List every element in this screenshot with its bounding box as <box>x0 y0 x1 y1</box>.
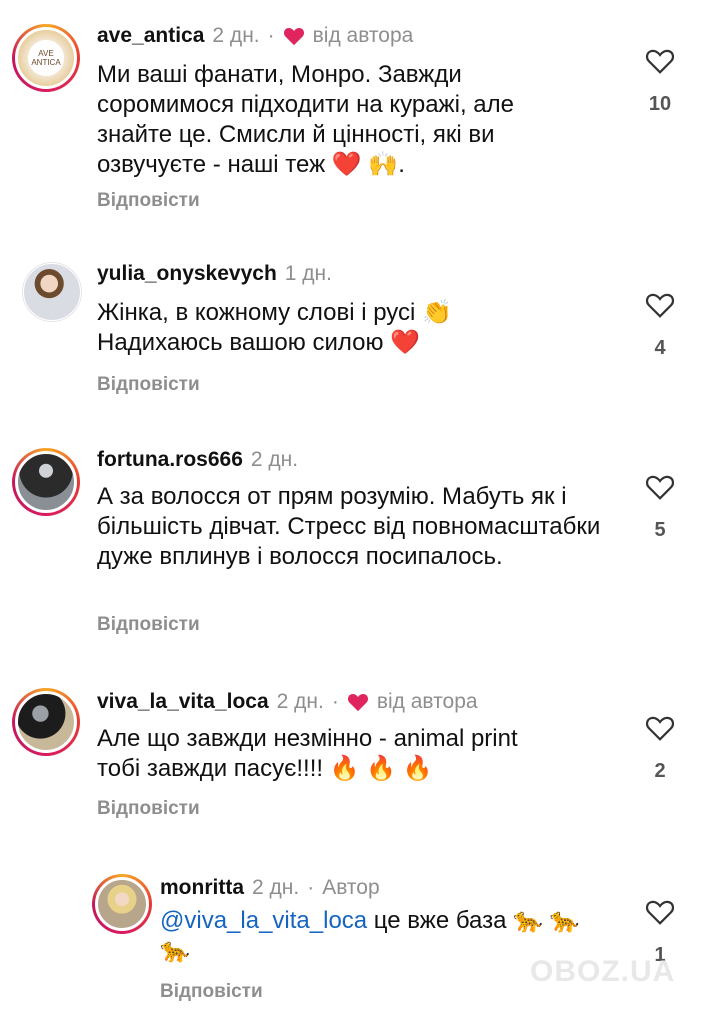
like-count: 2 <box>654 760 666 782</box>
comment-meta: viva_la_vita_loca 2 дн. · від автора <box>97 690 478 714</box>
comment-meta: monritta 2 дн. · Автор <box>160 876 380 900</box>
reply-button[interactable]: Відповісти <box>160 981 263 1003</box>
avatar[interactable]: AVE ANTICA <box>12 24 80 92</box>
avatar-image <box>15 451 77 513</box>
avatar[interactable] <box>22 262 82 322</box>
like-button[interactable]: 4 <box>640 291 680 360</box>
comment-meta: yulia_onyskevych 1 дн. <box>97 262 332 286</box>
avatar[interactable] <box>12 448 80 516</box>
separator-dot: · <box>307 876 315 899</box>
separator-dot: · <box>267 24 275 47</box>
timestamp: 2 дн. <box>252 876 300 899</box>
timestamp: 2 дн. <box>250 448 299 471</box>
comment-text: А за волосся от прям розумію. Мабуть як … <box>97 483 601 570</box>
separator-dot: · <box>331 690 339 713</box>
like-count: 5 <box>654 519 666 541</box>
username[interactable]: ave_antica <box>97 24 204 48</box>
timestamp: 1 дн. <box>284 262 332 285</box>
username[interactable]: yulia_onyskevych <box>97 262 277 286</box>
username[interactable]: viva_la_vita_loca <box>97 690 269 714</box>
author-heart-icon <box>347 693 368 712</box>
reply-button[interactable]: Відповісти <box>97 190 200 212</box>
avatar-logo-text: AVE ANTICA <box>31 49 61 67</box>
comment-meta: ave_antica 2 дн. · від автора <box>97 24 413 48</box>
reply-button[interactable]: Відповісти <box>97 798 200 820</box>
heart-outline-icon <box>645 49 675 74</box>
heart-outline-icon <box>645 475 675 500</box>
avatar[interactable] <box>92 874 152 934</box>
mention-link[interactable]: @viva_la_vita_loca <box>160 907 367 934</box>
timestamp: 2 дн. <box>276 690 324 713</box>
comment-text: @viva_la_vita_loca це вже база 🐆 🐆 🐆 <box>160 906 580 966</box>
avatar-image <box>23 263 81 321</box>
comment-text: Ми ваші фанати, Монро. Завжди соромимося… <box>97 61 514 178</box>
reply-button[interactable]: Відповісти <box>97 374 200 396</box>
timestamp: 2 дн. <box>212 24 260 47</box>
avatar-image <box>15 691 77 753</box>
heart-outline-icon <box>645 900 675 925</box>
reply-button[interactable]: Відповісти <box>97 614 200 636</box>
like-button[interactable]: 5 <box>640 473 680 542</box>
watermark: OBOZ.UA <box>530 955 675 989</box>
author-heart-icon <box>283 27 304 46</box>
like-button[interactable]: 10 <box>640 47 680 116</box>
comment-text: Жінка, в кожному слові і русі 👏 Надихаюс… <box>97 299 452 356</box>
avatar-image: AVE ANTICA <box>15 27 77 89</box>
username[interactable]: monritta <box>160 876 244 900</box>
heart-outline-icon <box>645 716 675 741</box>
username[interactable]: fortuna.ros666 <box>97 448 243 472</box>
like-count: 10 <box>648 93 672 115</box>
watermark-text: OBOZ.UA <box>530 955 676 988</box>
author-label: Автор <box>322 876 380 899</box>
like-count: 4 <box>654 337 666 359</box>
like-button[interactable]: 2 <box>640 714 680 783</box>
avatar[interactable] <box>12 688 80 756</box>
heart-outline-icon <box>645 293 675 318</box>
liked-by-author-label: від автора <box>312 24 414 47</box>
liked-by-author-label: від автора <box>376 690 478 713</box>
comment-meta: fortuna.ros666 2 дн. <box>97 448 298 472</box>
comment-text: Але що завжди незмінно - animal print то… <box>97 725 518 782</box>
avatar-image <box>95 877 149 931</box>
